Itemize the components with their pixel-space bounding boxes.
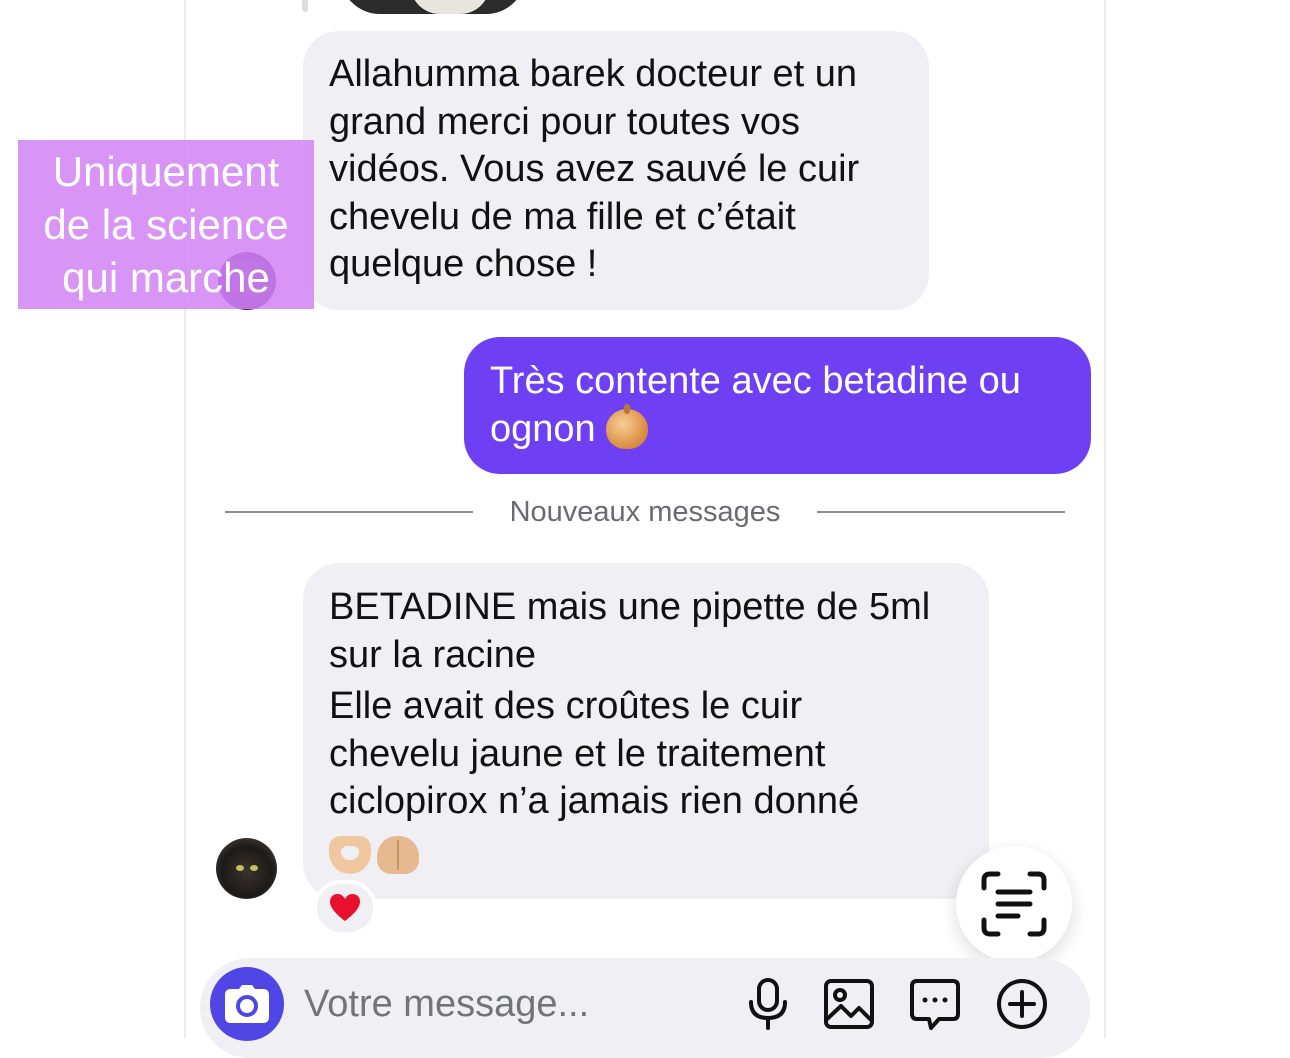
emoji-row xyxy=(329,835,963,874)
image-icon[interactable] xyxy=(821,976,877,1032)
heart-reaction[interactable] xyxy=(313,880,377,936)
heart-hands-emoji-icon xyxy=(329,835,371,874)
message-text: Allahumma barek docteur et un grand merc… xyxy=(329,53,860,285)
new-messages-divider: Nouveaux messages xyxy=(509,496,781,528)
message-text: Très contente avec betadine ou ognon xyxy=(490,360,1021,450)
incoming-message[interactable]: BETADINE mais une pipette de 5ml sur la … xyxy=(303,563,989,899)
overlay-caption: Uniquement de la science qui marche xyxy=(18,140,314,309)
divider-line xyxy=(817,511,1065,513)
outgoing-message[interactable]: Très contente avec betadine ou ognon xyxy=(464,337,1091,474)
sticker-icon[interactable] xyxy=(907,976,963,1032)
previous-message-edge xyxy=(302,0,308,12)
message-text: BETADINE mais une pipette de 5ml sur la … xyxy=(329,586,931,676)
sender-avatar[interactable] xyxy=(216,838,277,899)
scan-text-button[interactable] xyxy=(956,846,1072,962)
overlay-caption-text: Uniquement de la science qui marche xyxy=(43,148,289,301)
divider-line xyxy=(225,511,473,513)
red-heart-icon xyxy=(330,894,360,921)
camera-button[interactable] xyxy=(210,967,284,1041)
onion-emoji-icon xyxy=(605,403,648,449)
plus-icon[interactable] xyxy=(994,976,1050,1032)
scan-text-icon xyxy=(981,871,1047,937)
message-text: Elle avait des croûtes le cuir chevelu j… xyxy=(329,685,860,822)
previous-image-message[interactable] xyxy=(340,0,526,14)
message-input[interactable] xyxy=(304,978,724,1030)
incoming-message[interactable]: Allahumma barek docteur et un grand merc… xyxy=(303,31,929,310)
camera-icon xyxy=(225,985,269,1023)
microphone-icon[interactable] xyxy=(740,976,796,1032)
palms-up-emoji-icon xyxy=(377,835,419,874)
